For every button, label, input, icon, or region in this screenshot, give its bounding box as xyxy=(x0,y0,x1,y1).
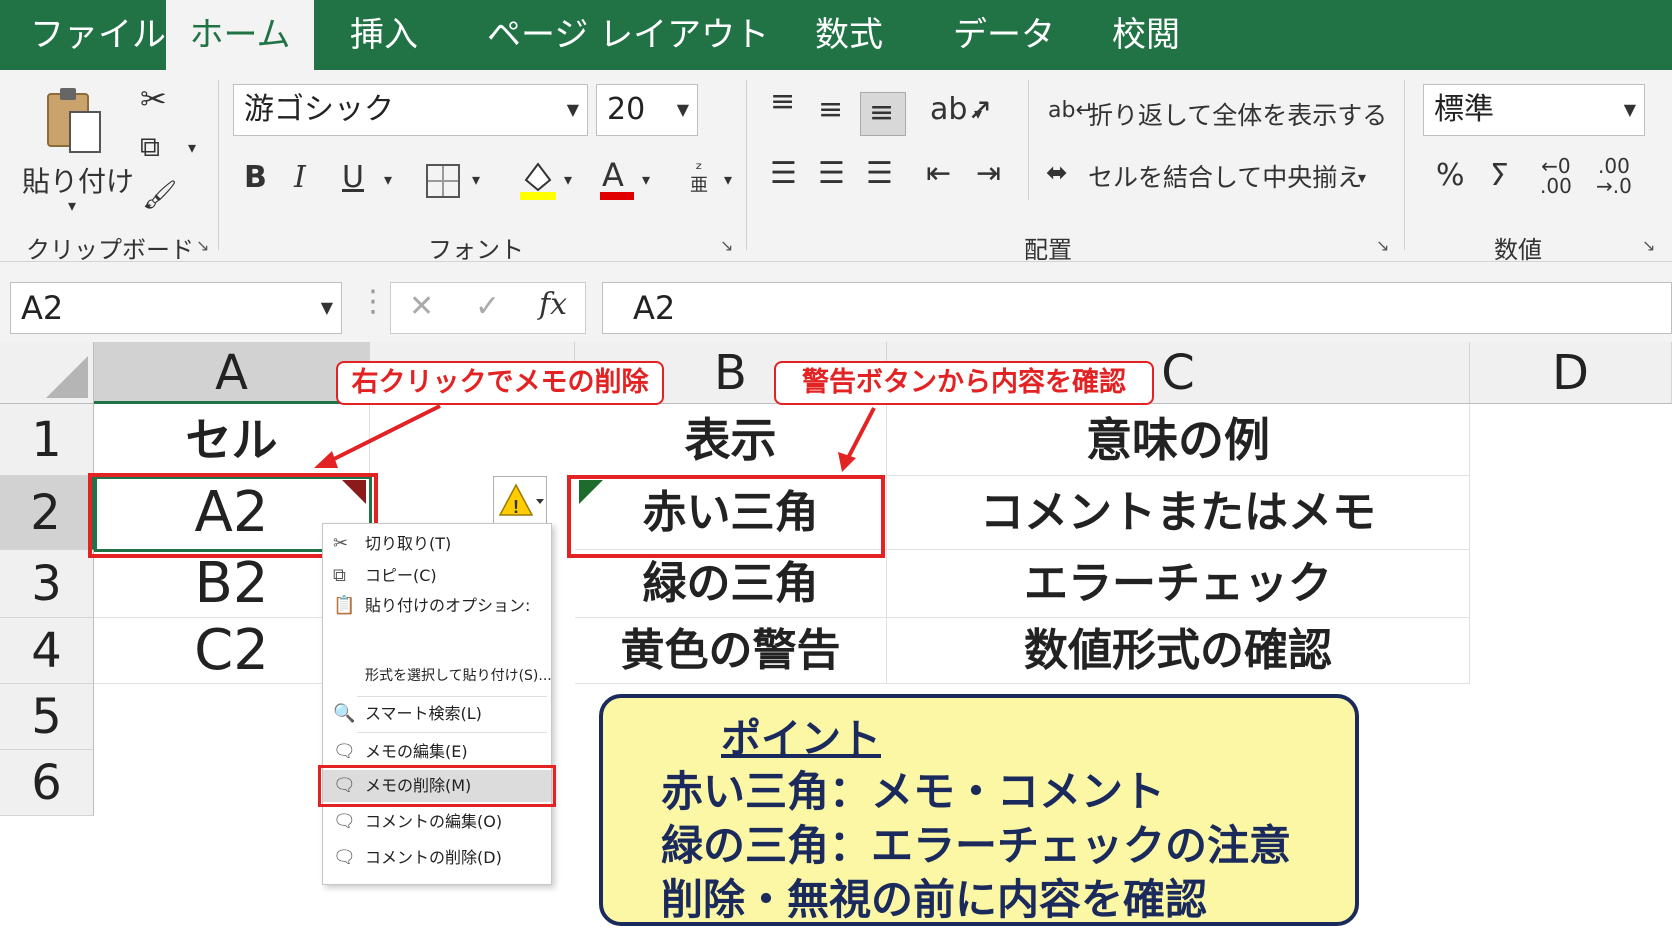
point-title: ポイント xyxy=(721,716,881,762)
memo-edit-icon: 🗨 xyxy=(333,741,356,762)
menu-item-edit-comment[interactable]: 🗨 コメントの編集(O) xyxy=(323,806,551,838)
menu-separator xyxy=(357,732,547,733)
point-line-1: 赤い三角：メモ・コメント xyxy=(661,767,1166,816)
excel-window: { "tabs":["ファイル","ホーム","挿入","ページ レイアウト",… xyxy=(0,0,1672,941)
menu-item-delete-comment[interactable]: 🗨 コメントの削除(D) xyxy=(323,842,551,874)
menu-item-edit-memo[interactable]: 🗨 メモの編集(E) xyxy=(323,736,551,768)
comment-delete-icon: 🗨 xyxy=(333,847,356,868)
menu-item-paste-options: 📋 貼り付けのオプション: xyxy=(323,590,551,622)
point-box: ポイント 赤い三角：メモ・コメント 緑の三角：エラーチェックの注意 削除・無視の… xyxy=(599,694,1359,926)
menu-item-label: コメントの編集(O) xyxy=(365,812,503,831)
menu-item-label: 貼り付けのオプション: xyxy=(365,596,531,615)
menu-separator xyxy=(357,696,547,697)
menu-item-label: コピー(C) xyxy=(365,566,437,585)
menu-item-label: 切り取り(T) xyxy=(365,534,452,553)
menu-item-cut[interactable]: ✂ 切り取り(T) xyxy=(323,528,551,560)
menu-item-label: スマート検索(L) xyxy=(365,704,482,723)
context-menu: ✂ 切り取り(T) ⧉ コピー(C) 📋 貼り付けのオプション: 形式を選択して貼り付… xyxy=(322,523,552,885)
copy-icon: ⧉ xyxy=(333,565,346,586)
paste-icon: 📋 xyxy=(333,595,356,616)
menu-item-copy[interactable]: ⧉ コピー(C) xyxy=(323,560,551,592)
comment-edit-icon: 🗨 xyxy=(333,811,356,832)
menu-item-label: コメントの削除(D) xyxy=(365,848,502,867)
menu-item-label: 形式を選択して貼り付け(S)... xyxy=(365,668,552,684)
point-line-2: 緑の三角：エラーチェックの注意 xyxy=(661,821,1292,870)
menu-item-smart-lookup[interactable]: 🔍 スマート検索(L) xyxy=(323,698,551,730)
point-line-3: 削除・無視の前に内容を確認 xyxy=(661,875,1208,924)
menu-item-label: メモの編集(E) xyxy=(365,742,468,761)
cut-icon: ✂ xyxy=(333,533,349,554)
menu-item-paste-special[interactable]: 形式を選択して貼り付け(S)... xyxy=(323,660,552,692)
highlight-delete-memo xyxy=(318,765,556,807)
callout-check-warning: 警告ボタンから内容を確認 xyxy=(774,361,1154,405)
search-icon: 🔍 xyxy=(333,703,356,724)
callout-delete-memo: 右クリックでメモの削除 xyxy=(336,361,664,405)
